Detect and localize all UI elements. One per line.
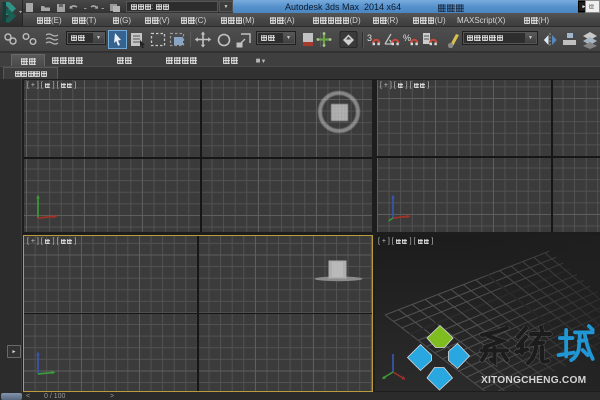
svg-text:%: % xyxy=(403,33,411,43)
svg-text:3: 3 xyxy=(367,33,372,43)
